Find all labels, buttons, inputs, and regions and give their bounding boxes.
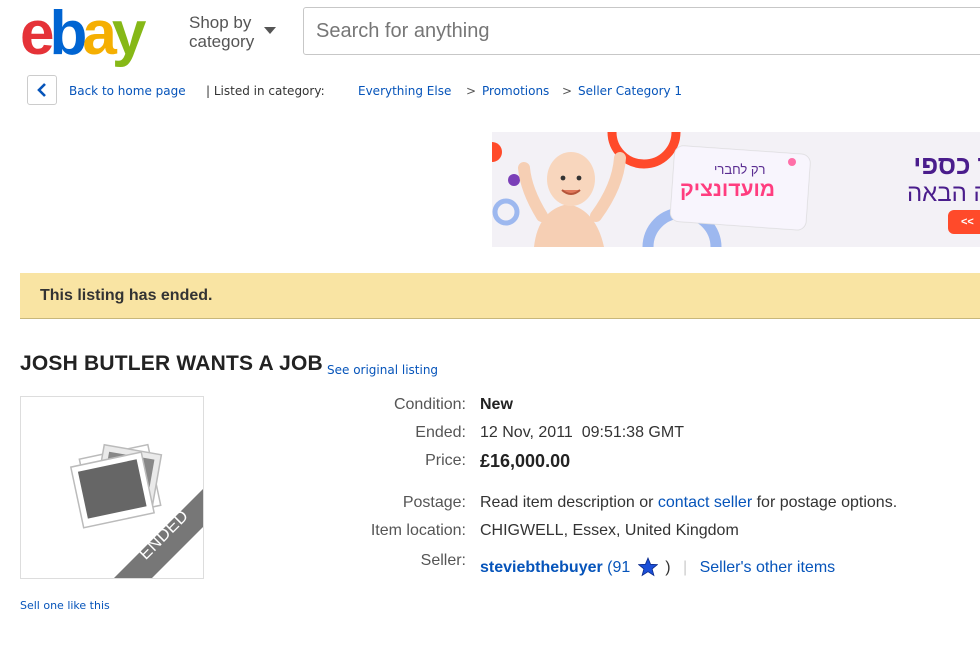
seller-label: Seller: bbox=[420, 552, 466, 569]
logo-letter-b: b bbox=[49, 0, 87, 68]
listing-ended-notice: This listing has ended. bbox=[20, 273, 980, 319]
breadcrumb-item-seller-category-1[interactable]: Seller Category 1 bbox=[578, 84, 682, 98]
seller-name-link[interactable]: steviebthebuyer bbox=[480, 559, 603, 576]
ended-label: Ended: bbox=[415, 424, 466, 441]
back-to-home-link[interactable]: Back to home page bbox=[69, 84, 186, 98]
breadcrumb-separator: > bbox=[562, 84, 573, 98]
breadcrumb-separator: > bbox=[466, 84, 477, 98]
postage-text-post: for postage options. bbox=[756, 494, 898, 511]
logo-letter-y: y bbox=[111, 0, 147, 68]
item-location-label: Item location: bbox=[370, 522, 466, 539]
ad-banner[interactable]: רק לחברי מועדונציק וזר כספי נייה הבאה << bbox=[492, 132, 980, 247]
logo-letter-a: a bbox=[82, 0, 117, 68]
postage-text-pre: Read item description or bbox=[480, 494, 654, 511]
listing-ended-text: This listing has ended. bbox=[40, 287, 213, 304]
banner-headline: וזר כספי bbox=[913, 150, 980, 180]
condition-value: New bbox=[480, 396, 513, 413]
seller-score-close: ) bbox=[665, 559, 671, 576]
chevron-left-icon bbox=[37, 83, 46, 97]
shop-by-category-button[interactable]: Shop by category bbox=[189, 13, 276, 51]
contact-seller-link[interactable]: contact seller bbox=[658, 494, 752, 511]
breadcrumb-item-everything-else[interactable]: Everything Else bbox=[358, 84, 451, 98]
price-label: Price: bbox=[425, 452, 466, 469]
condition-label: Condition: bbox=[393, 396, 466, 413]
ebay-logo[interactable]: ebay bbox=[20, 0, 147, 68]
postage-label: Postage: bbox=[402, 494, 466, 511]
shop-by-label: Shop by bbox=[189, 13, 252, 32]
divider: | bbox=[682, 559, 688, 576]
feedback-star-icon bbox=[637, 556, 659, 577]
banner-card-caption: רק לחברי bbox=[714, 162, 766, 177]
seller-info: steviebthebuyer (91 ) | Seller's other i… bbox=[480, 556, 836, 577]
sell-one-like-this-link[interactable]: Sell one like this bbox=[20, 599, 110, 612]
price-value: £16,000.00 bbox=[480, 451, 571, 471]
back-button[interactable] bbox=[27, 75, 57, 105]
ended-value: 12 Nov, 2011 09:51:38 GMT bbox=[480, 424, 684, 441]
item-title: JOSH BUTLER WANTS A JOB bbox=[20, 352, 323, 375]
breadcrumb-item-promotions[interactable]: Promotions bbox=[482, 84, 549, 98]
category-label: category bbox=[189, 32, 255, 51]
search-input[interactable] bbox=[304, 8, 980, 54]
listed-in-label: | Listed in category: bbox=[206, 84, 325, 98]
see-original-listing-link[interactable]: See original listing bbox=[327, 363, 438, 377]
logo-letter-e: e bbox=[20, 0, 55, 68]
chevron-down-icon bbox=[264, 27, 276, 34]
banner-card-brand: מועדונציק bbox=[680, 178, 776, 201]
seller-feedback-score[interactable]: (91 bbox=[607, 559, 630, 576]
search-box[interactable] bbox=[303, 7, 980, 55]
banner-subheadline: נייה הבאה bbox=[906, 180, 980, 207]
banner-cta-button[interactable]: << bbox=[961, 216, 974, 228]
item-location-value: CHIGWELL, Essex, United Kingdom bbox=[480, 522, 739, 539]
postage-value: Read item description or contact seller … bbox=[480, 494, 897, 512]
sellers-other-items-link[interactable]: Seller's other items bbox=[700, 559, 836, 576]
